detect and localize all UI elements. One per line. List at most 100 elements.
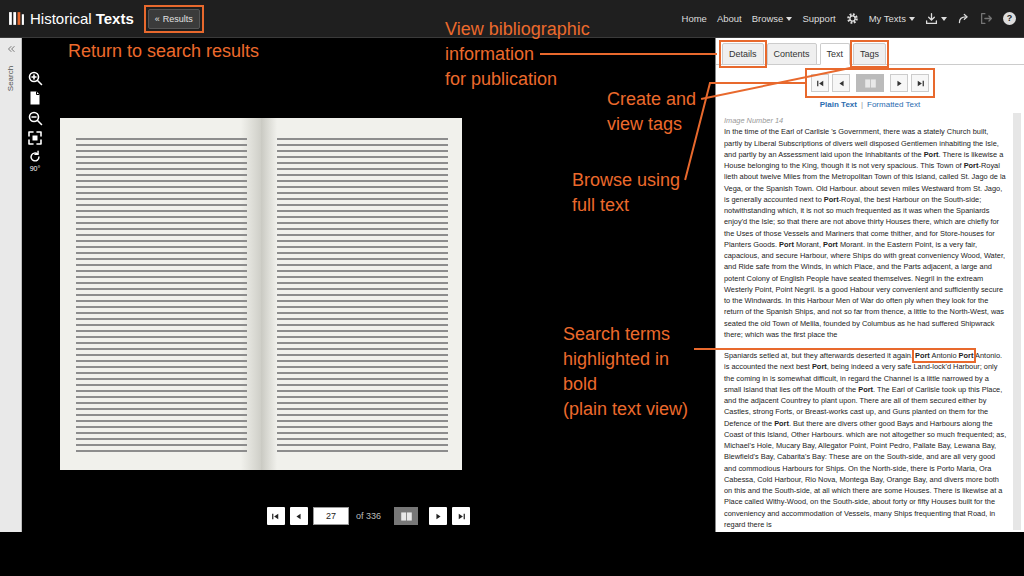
previous-page-icon [293, 511, 304, 522]
results-annotation-box: «Results [148, 9, 200, 29]
search-sidebar-tab[interactable]: Search [0, 58, 22, 98]
nav-item[interactable] [925, 12, 947, 25]
text-run: Antonio [930, 351, 959, 360]
logo-word: Historical [30, 10, 92, 27]
search-term: Port [915, 351, 930, 360]
results-label: Results [163, 14, 193, 24]
annotation-text: View bibliographic [445, 19, 590, 39]
search-sidebar: Search [0, 38, 22, 532]
tab-annotation-box: Contents [767, 43, 817, 65]
rotate-button[interactable]: 90° [28, 150, 42, 172]
annotation-line: bold [563, 372, 688, 397]
annotation-text: bold [563, 374, 597, 394]
nav-item[interactable] [980, 12, 993, 25]
annotation-label: Return to search results [68, 39, 259, 64]
annotation-text: information [445, 44, 534, 64]
last-page-icon [456, 511, 467, 522]
annotation-label: View bibliographicinformationfor publica… [445, 17, 590, 92]
last-page-button[interactable] [452, 507, 470, 525]
annotation-line: view tags [607, 112, 696, 137]
page-icon[interactable] [27, 90, 43, 106]
annotation-text: Create and [607, 89, 696, 109]
search-hit-annotation-box: Port Antonio Port [915, 351, 973, 360]
viewer-tools: 90° [27, 70, 43, 172]
results-button[interactable]: «Results [148, 9, 200, 29]
nav-link[interactable]: About [717, 13, 742, 24]
first-text-page-icon [815, 78, 826, 89]
previous-page-button[interactable] [290, 507, 308, 525]
search-term: Port [959, 351, 974, 360]
zoom-in-icon[interactable] [27, 70, 43, 86]
next-page-button[interactable] [429, 507, 447, 525]
scrollbar-track[interactable] [1013, 113, 1021, 530]
search-sidebar-label[interactable]: Search [6, 65, 15, 90]
sign-out-icon[interactable] [980, 12, 993, 25]
page-number-field[interactable]: 27 [313, 507, 349, 525]
text-view-link[interactable]: Plain Text [820, 100, 857, 109]
annotation-text: Browse using [572, 170, 680, 190]
panel-tab[interactable]: Details [722, 43, 764, 65]
annotation-line: full text [572, 193, 680, 218]
logo-word: Texts [96, 10, 134, 27]
next-text-page-icon [894, 78, 905, 89]
text-book-view-toggle[interactable] [856, 74, 884, 92]
next-page-icon [433, 511, 444, 522]
help-icon[interactable]: ? [1003, 12, 1016, 25]
nav-item[interactable] [957, 12, 970, 25]
dropdown-caret-icon [909, 17, 915, 21]
nav-link[interactable]: Support [802, 13, 835, 24]
fit-to-screen-icon[interactable] [27, 130, 43, 146]
collapse-chevrons-icon[interactable] [6, 44, 16, 54]
nav-link[interactable]: Browse [752, 13, 784, 24]
first-page-button[interactable] [267, 507, 285, 525]
search-term: Port [812, 362, 827, 371]
download-icon[interactable] [925, 12, 938, 25]
first-text-page-button[interactable] [811, 74, 829, 92]
page-scan-image [60, 118, 462, 470]
next-text-page-button[interactable] [890, 74, 908, 92]
text-view-link[interactable]: Formatted Text [867, 100, 920, 109]
details-connector-line [540, 53, 717, 55]
annotation-text: (plain text view) [563, 399, 688, 419]
panel-tab[interactable]: Tags [853, 43, 886, 65]
text-scroll-area: Image Number 14In the time of the Earl o… [716, 113, 1024, 532]
book-view-toggle[interactable] [394, 507, 418, 525]
left-page-print [76, 134, 247, 452]
tab-annotation-box: Tags [853, 43, 886, 65]
nav-item[interactable]: Home [682, 13, 707, 24]
annotation-line: Return to search results [68, 39, 259, 64]
dropdown-caret-icon [786, 17, 792, 21]
results-back-icon: « [155, 14, 160, 24]
annotation-text: highlighted in [563, 349, 669, 369]
previous-text-page-button[interactable] [832, 74, 850, 92]
text-run: Morant. in the Eastern Point, is a very … [724, 240, 1005, 339]
zoom-out-icon[interactable] [27, 110, 43, 126]
right-page-print [277, 134, 448, 452]
search-term: Port [823, 240, 838, 249]
rotate-icon[interactable] [28, 150, 42, 164]
main-nav: Home About Browse Support My Texts? [682, 12, 1016, 25]
last-text-page-button[interactable] [911, 74, 929, 92]
tab-annotation-box: Details [722, 43, 764, 65]
nav-item[interactable]: About [717, 13, 742, 24]
nav-link[interactable]: Home [682, 13, 707, 24]
annotation-line: information [445, 42, 590, 67]
nav-item[interactable]: ? [1003, 12, 1016, 25]
search-term: Port [964, 161, 979, 170]
panel-tab[interactable]: Text [820, 43, 851, 65]
gear-icon[interactable] [846, 12, 859, 25]
nav-link[interactable]: My Texts [869, 13, 906, 24]
text-paragraph: In the time of the Earl of Carlisle 's G… [724, 126, 1007, 340]
annotation-line: (plain text view) [563, 397, 688, 422]
nav-item[interactable]: Support [802, 13, 835, 24]
share-icon[interactable] [957, 12, 970, 25]
nav-item[interactable]: Browse [752, 13, 793, 24]
logo[interactable]: HistoricalTexts [8, 10, 134, 27]
viewer-pager: 27of 336 [22, 507, 715, 532]
annotation-text: full text [572, 195, 629, 215]
page-nav-row [716, 73, 1024, 93]
nav-item[interactable] [846, 12, 859, 25]
text-view-switch: Plain Text|Formatted Text [716, 100, 1024, 109]
nav-item[interactable]: My Texts [869, 13, 915, 24]
panel-tab[interactable]: Contents [767, 43, 817, 65]
